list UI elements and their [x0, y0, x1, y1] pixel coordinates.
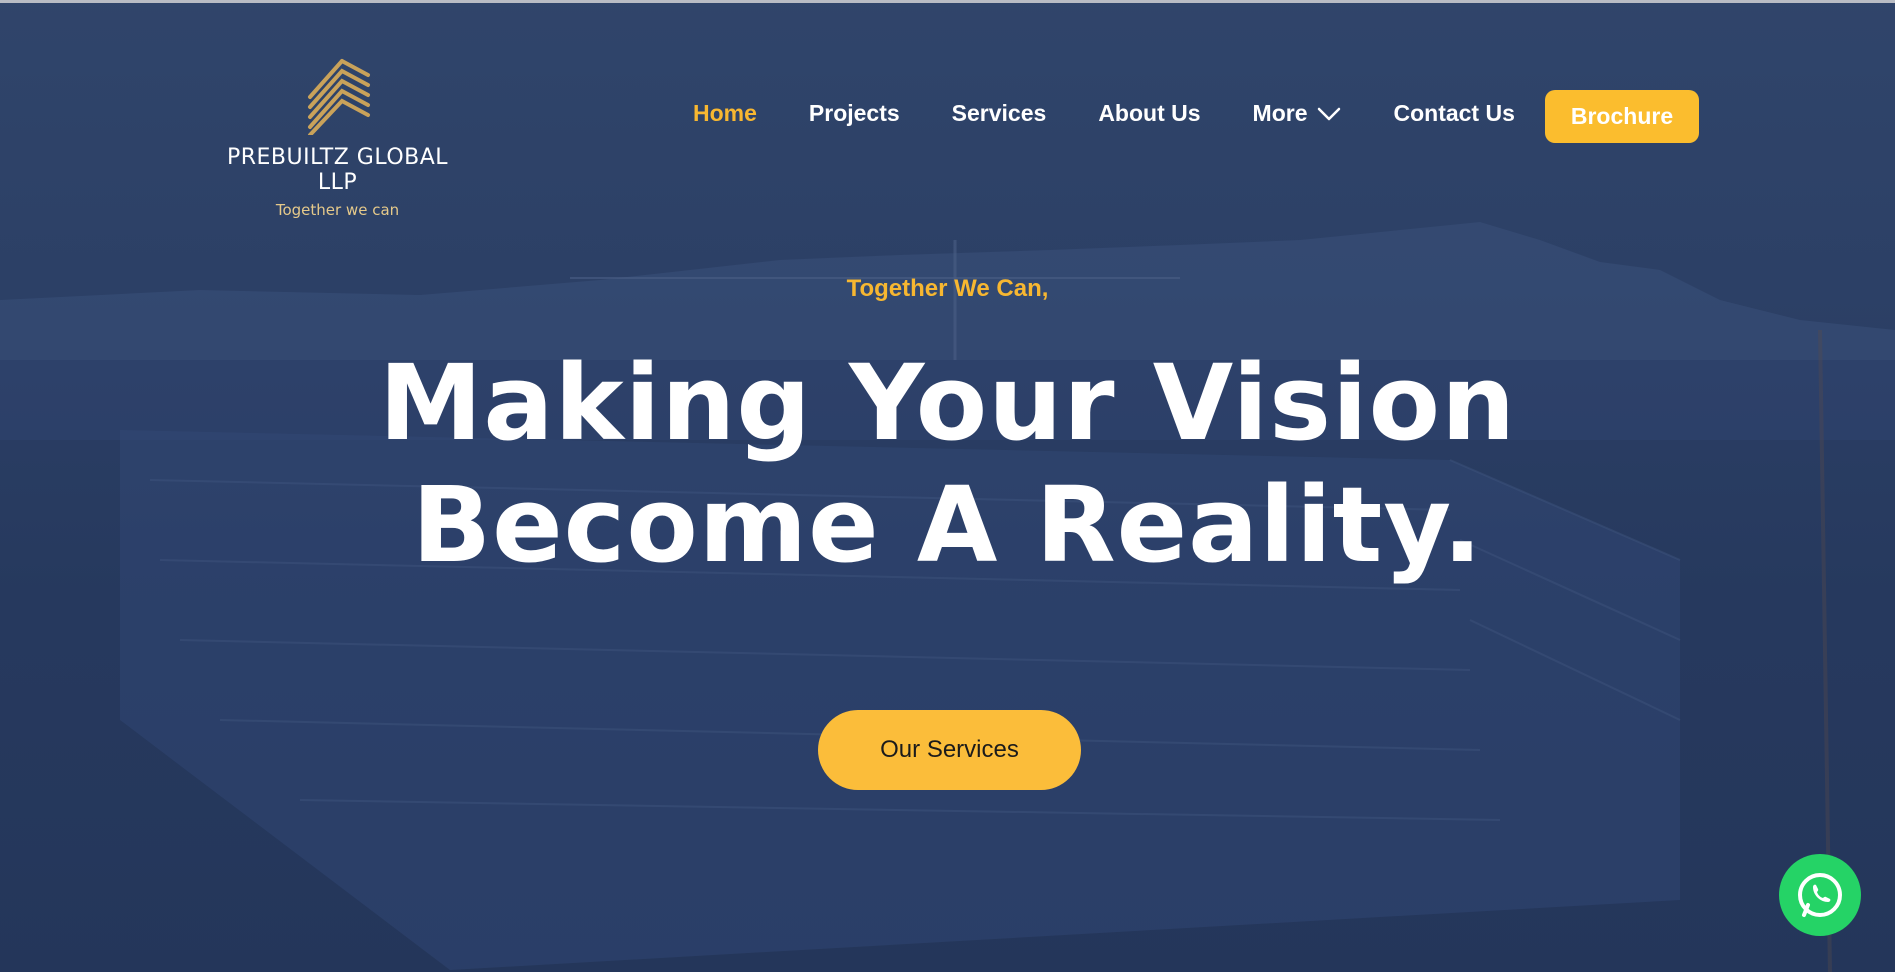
hero-headline-line-2: Become A Reality. [411, 464, 1484, 586]
page: PREBUILTZ GLOBAL LLP Together we can Hom… [0, 0, 1895, 972]
nav-contact-us-label: Contact Us [1393, 100, 1515, 126]
main-nav: Home Projects Services About Us More Con… [693, 100, 1567, 127]
nav-contact-us[interactable]: Contact Us [1393, 100, 1514, 127]
chevron-down-icon [1318, 107, 1341, 120]
nav-more-dropdown[interactable]: More [1253, 100, 1342, 127]
our-services-button[interactable]: Our Services [818, 710, 1081, 790]
nav-about-us-label: About Us [1098, 100, 1201, 126]
stacked-roof-lines-icon [307, 59, 370, 135]
nav-about-us[interactable]: About Us [1098, 100, 1200, 127]
nav-services[interactable]: Services [952, 100, 1047, 127]
brand-tagline: Together we can [275, 201, 400, 219]
whatsapp-button[interactable] [1779, 854, 1861, 936]
nav-home-label: Home [693, 100, 757, 126]
whatsapp-icon [1798, 873, 1842, 917]
nav-home[interactable]: Home [693, 100, 757, 127]
nav-more-label: More [1252, 100, 1308, 126]
brochure-button[interactable]: Brochure [1545, 90, 1699, 143]
hero-headline: Making Your Vision Become A Reality. [0, 342, 1895, 586]
hero-headline-line-1: Making Your Vision [378, 342, 1517, 464]
site-logo[interactable]: PREBUILTZ GLOBAL LLP Together we can [205, 55, 470, 219]
nav-projects-label: Projects [808, 100, 900, 126]
nav-projects[interactable]: Projects [809, 100, 900, 127]
nav-services-label: Services [951, 100, 1047, 126]
brand-name: PREBUILTZ GLOBAL LLP [226, 145, 449, 195]
hero-eyebrow: Together We Can, [846, 275, 1049, 302]
top-border [0, 0, 1895, 3]
